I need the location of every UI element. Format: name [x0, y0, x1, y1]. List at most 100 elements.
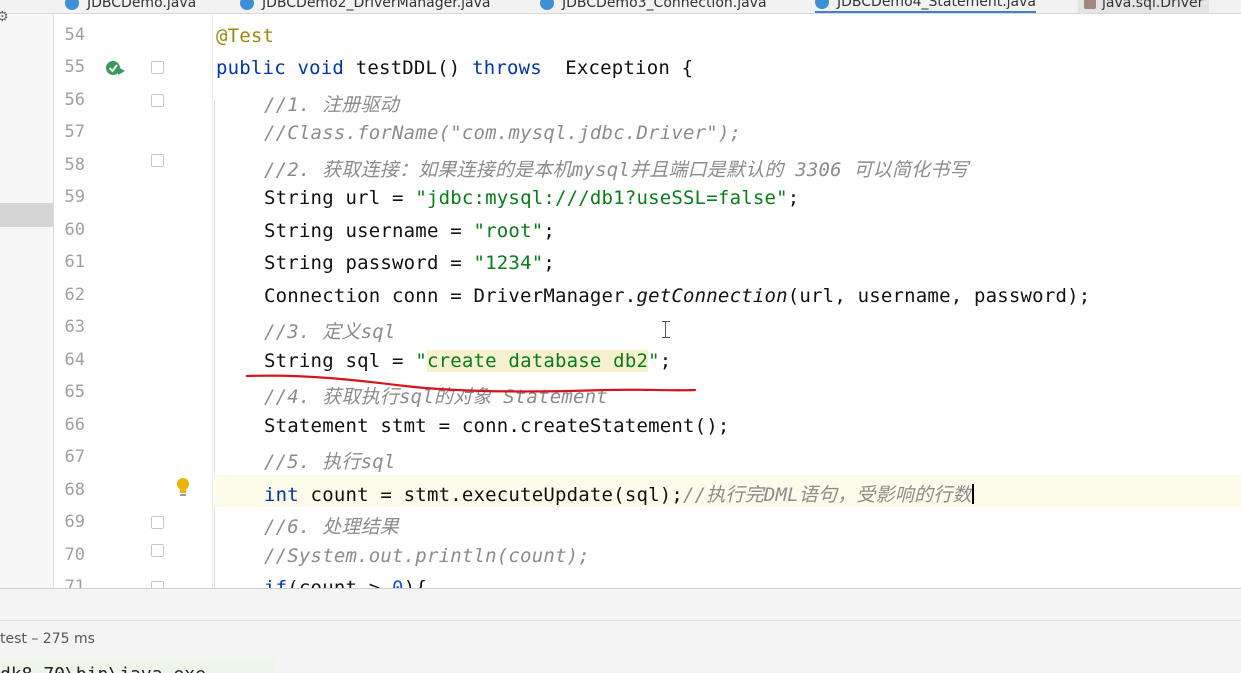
- code-text: ;: [543, 220, 555, 242]
- code-line-71: if(count > 0){: [214, 572, 1241, 588]
- editor-gutter: 54 55 56 57 58 59 60 61 62 63 64 65 66 6…: [55, 15, 213, 597]
- code-text: Exception {: [541, 57, 694, 79]
- code-text: ){: [403, 577, 427, 588]
- gutter-line: 62: [55, 280, 213, 312]
- selected-tree-row[interactable]: [0, 203, 53, 227]
- run-test-icon[interactable]: [105, 59, 127, 83]
- gutter-line: 60: [55, 215, 213, 247]
- fold-marker-icon[interactable]: [151, 154, 164, 167]
- comment: //6. 处理结果: [264, 516, 399, 538]
- project-panel: ⚙: [0, 9, 54, 588]
- code-text: ;: [787, 187, 800, 209]
- tab-jdbcdemo[interactable]: JDBCDemo.java: [65, 0, 197, 13]
- tab-label: JDBCDemo.java: [87, 0, 197, 11]
- tab-java-sql-driver[interactable]: java.sql.Driver: [1078, 0, 1210, 13]
- class-icon: [240, 0, 254, 10]
- fold-marker-icon[interactable]: [151, 94, 164, 107]
- gutter-line: 70: [55, 540, 213, 572]
- comment: //5. 执行sql: [264, 451, 396, 473]
- comment: //3. 定义sql: [264, 321, 396, 343]
- gutter-line: 61: [55, 247, 213, 279]
- code-line-54: @Test: [214, 20, 1241, 52]
- line-number: 55: [64, 57, 85, 77]
- line-number: 56: [64, 90, 85, 110]
- text-caret: [971, 484, 974, 504]
- string-quote: ": [415, 350, 427, 372]
- code-line-56: //1. 注册驱动: [214, 85, 1241, 117]
- code-line-67: //5. 执行sql: [214, 442, 1241, 474]
- code-line-63: //3. 定义sql: [214, 312, 1241, 344]
- code-text: String url =: [264, 187, 416, 209]
- console-output-line[interactable]: dk8.70\bin\java.exe: [0, 664, 206, 673]
- line-number: 70: [64, 545, 85, 565]
- run-tool-window: test – 275 ms dk8.70\bin\java.exe: [0, 588, 1241, 673]
- method-name: testDDL(): [355, 57, 461, 79]
- line-number: 64: [64, 350, 85, 370]
- code-text: ;: [659, 350, 672, 372]
- line-number: 68: [64, 480, 85, 500]
- line-number: 67: [64, 447, 85, 467]
- tab-jdbcdemo3-connection[interactable]: JDBCDemo3_Connection.java: [540, 0, 767, 13]
- code-line-58: //2. 获取连接：如果连接的是本机mysql并且端口是默认的 3306 可以简…: [214, 150, 1241, 182]
- code-text: String sql =: [264, 350, 416, 372]
- code-text: Connection conn = DriverManager.: [264, 285, 637, 307]
- line-number: 62: [64, 285, 85, 305]
- fold-marker-icon[interactable]: [151, 61, 164, 74]
- tab-label: JDBCDemo3_Connection.java: [562, 0, 767, 11]
- code-line-59: String url = "jdbc:mysql:///db1?useSSL=f…: [214, 182, 1241, 214]
- gutter-line: 58: [55, 150, 213, 182]
- class-icon: [540, 0, 554, 10]
- number-literal: 0: [392, 577, 404, 588]
- line-number: 66: [64, 415, 85, 435]
- lightbulb-icon[interactable]: [176, 477, 190, 502]
- line-number: 65: [64, 382, 85, 402]
- code-line-62: Connection conn = DriverManager.getConne…: [214, 280, 1241, 312]
- comment: //执行完DML语句，受影响的行数: [683, 484, 972, 506]
- class-icon: [65, 0, 79, 10]
- line-number: 60: [64, 220, 85, 240]
- tab-label: JDBCDemo2_DriverManager.java: [262, 0, 491, 11]
- line-number: 59: [64, 187, 85, 207]
- keyword: int: [264, 484, 299, 506]
- gutter-line: 59: [55, 182, 213, 214]
- fold-marker-icon[interactable]: [151, 516, 164, 529]
- comment: //Class.: [264, 122, 358, 144]
- code-line-60: String username = "root";: [214, 215, 1241, 247]
- line-number: 57: [64, 122, 85, 142]
- keyword: public: [216, 57, 286, 79]
- code-line-66: Statement stmt = conn.createStatement();: [214, 410, 1241, 442]
- keyword: void: [297, 57, 345, 79]
- gutter-line: 67: [55, 442, 213, 474]
- code-text: count = stmt.executeUpdate(sql);: [298, 484, 684, 506]
- mouse-ibeam-cursor: [662, 321, 670, 338]
- code-line-61: String password = "1234";: [214, 247, 1241, 279]
- comment: //4. 获取执行sql的对象 Statement: [264, 386, 608, 408]
- gutter-line: 69: [55, 507, 213, 539]
- gear-icon[interactable]: ⚙: [0, 9, 9, 25]
- tab-jdbcdemo2-drivermanager[interactable]: JDBCDemo2_DriverManager.java: [240, 0, 491, 13]
- fold-marker-icon[interactable]: [151, 544, 164, 557]
- gutter-line: 56: [55, 85, 213, 117]
- string-literal: "1234": [473, 252, 544, 274]
- jar-icon: [1084, 0, 1096, 9]
- class-icon: [815, 0, 829, 9]
- gutter-line: 68: [55, 475, 213, 507]
- tab-jdbcdemo4-statement[interactable]: JDBCDemo4_Statement.java: [815, 0, 1037, 13]
- code-editor[interactable]: @Test public void testDDL() throws Excep…: [214, 15, 1241, 588]
- sql-string-literal: create database db2: [426, 350, 649, 372]
- code-text: ;: [543, 252, 555, 274]
- keyword: if: [264, 577, 288, 588]
- static-method: getConnection: [636, 285, 788, 307]
- test-duration-status: test – 275 ms: [0, 631, 95, 647]
- keyword: throws: [472, 57, 542, 79]
- gutter-divider: [212, 15, 213, 588]
- comment: ("com.mysql.jdbc.Driver");: [438, 122, 742, 144]
- comment: //2. 获取连接：如果连接的是本机mysql并且端口是默认的 3306 可以简…: [264, 159, 969, 181]
- comment: //1. 注册驱动: [264, 94, 399, 116]
- gutter-line: 65: [55, 377, 213, 409]
- gutter-line: 54: [55, 20, 213, 52]
- run-toolbar: [0, 589, 1241, 621]
- code-line-57: //Class.forName("com.mysql.jdbc.Driver")…: [214, 117, 1241, 149]
- tab-label: JDBCDemo4_Statement.java: [837, 0, 1037, 10]
- line-number: 61: [64, 252, 85, 272]
